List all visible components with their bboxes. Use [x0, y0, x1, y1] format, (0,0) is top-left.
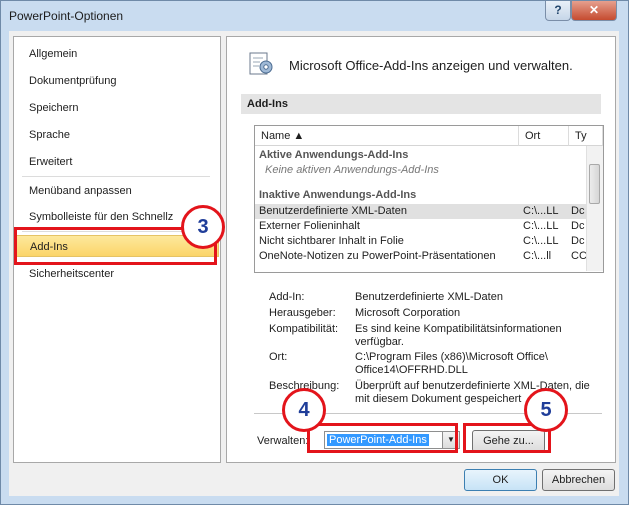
help-button[interactable]: ?: [545, 1, 571, 21]
column-header-type[interactable]: Ty: [569, 126, 603, 146]
column-header-location[interactable]: Ort: [519, 126, 569, 146]
scrollbar-thumb[interactable]: [589, 164, 600, 204]
manage-label: Verwalten:: [257, 435, 309, 447]
item-name: Externer Folieninhalt: [259, 220, 360, 232]
group-active: Aktive Anwendungs-Add-Ins: [259, 149, 409, 161]
item-location: C:\...LL: [523, 205, 559, 217]
item-type: Dc: [571, 235, 585, 247]
cancel-button[interactable]: Abbrechen: [542, 469, 615, 491]
nav-separator: [22, 176, 210, 177]
nav-item-save[interactable]: Speichern: [15, 97, 219, 119]
nav-item-proofing[interactable]: Dokumentprüfung: [15, 70, 219, 92]
item-name: Nicht sichtbarer Inhalt in Folie: [259, 235, 404, 247]
item-type: Dc: [571, 220, 585, 232]
detail-publisher-value: Microsoft Corporation: [355, 307, 461, 319]
list-item[interactable]: Nicht sichtbarer Inhalt in Folie C:\...L…: [255, 234, 587, 249]
detail-addin-label: Add-In:: [269, 291, 305, 303]
item-name: OneNote-Notizen zu PowerPoint-Präsentati…: [259, 250, 496, 262]
detail-addin-value: Benutzerdefinierte XML-Daten: [355, 291, 503, 303]
item-type: CC: [571, 250, 587, 262]
column-header-name[interactable]: Name ▲: [255, 126, 519, 146]
detail-location-value: C:\Program Files (x86)\Microsoft Office\…: [355, 351, 548, 376]
detail-publisher-label: Herausgeber:: [269, 307, 336, 319]
close-button[interactable]: ✕: [571, 1, 617, 21]
item-location: C:\...ll: [523, 250, 552, 262]
detail-compat-label: Kompatibilität:: [269, 323, 339, 335]
item-type: Dc: [571, 205, 585, 217]
ok-button[interactable]: OK: [464, 469, 537, 491]
list-scrollbar[interactable]: [586, 146, 603, 271]
window-title: PowerPoint-Optionen: [9, 9, 124, 23]
nav-item-trust-center[interactable]: Sicherheitscenter: [15, 263, 219, 285]
addins-list[interactable]: Name ▲ Ort Ty Aktive Anwendungs-Add-Ins …: [254, 125, 604, 273]
list-item[interactable]: OneNote-Notizen zu PowerPoint-Präsentati…: [255, 249, 587, 264]
list-item[interactable]: Benutzerdefinierte XML-Daten C:\...LL Dc: [255, 204, 587, 219]
addin-gear-icon: [249, 52, 273, 75]
group-active-empty: Keine aktiven Anwendungs-Add-Ins: [265, 164, 439, 176]
detail-compat-value: Es sind keine Kompatibilitätsinformation…: [355, 323, 562, 348]
callout-4: 4: [282, 388, 326, 432]
nav-item-general[interactable]: Allgemein: [15, 43, 219, 65]
nav-item-advanced[interactable]: Erweitert: [15, 151, 219, 173]
panel-header: Microsoft Office-Add-Ins anzeigen und ve…: [289, 58, 573, 73]
detail-location-label: Ort:: [269, 351, 288, 363]
list-item[interactable]: Externer Folieninhalt C:\...LL Dc: [255, 219, 587, 234]
section-title: Add-Ins: [241, 94, 601, 114]
item-location: C:\...LL: [523, 235, 559, 247]
callout-3: 3: [181, 205, 225, 249]
callout-5: 5: [524, 388, 568, 432]
item-name: Benutzerdefinierte XML-Daten: [259, 205, 407, 217]
nav-item-language[interactable]: Sprache: [15, 124, 219, 146]
item-location: C:\...LL: [523, 220, 559, 232]
title-bar: PowerPoint-Optionen ? ✕: [1, 1, 628, 31]
group-inactive: Inaktive Anwendungs-Add-Ins: [259, 189, 417, 201]
nav-item-customize-ribbon[interactable]: Menüband anpassen: [15, 180, 219, 202]
highlight-box-dropdown: [307, 423, 458, 453]
